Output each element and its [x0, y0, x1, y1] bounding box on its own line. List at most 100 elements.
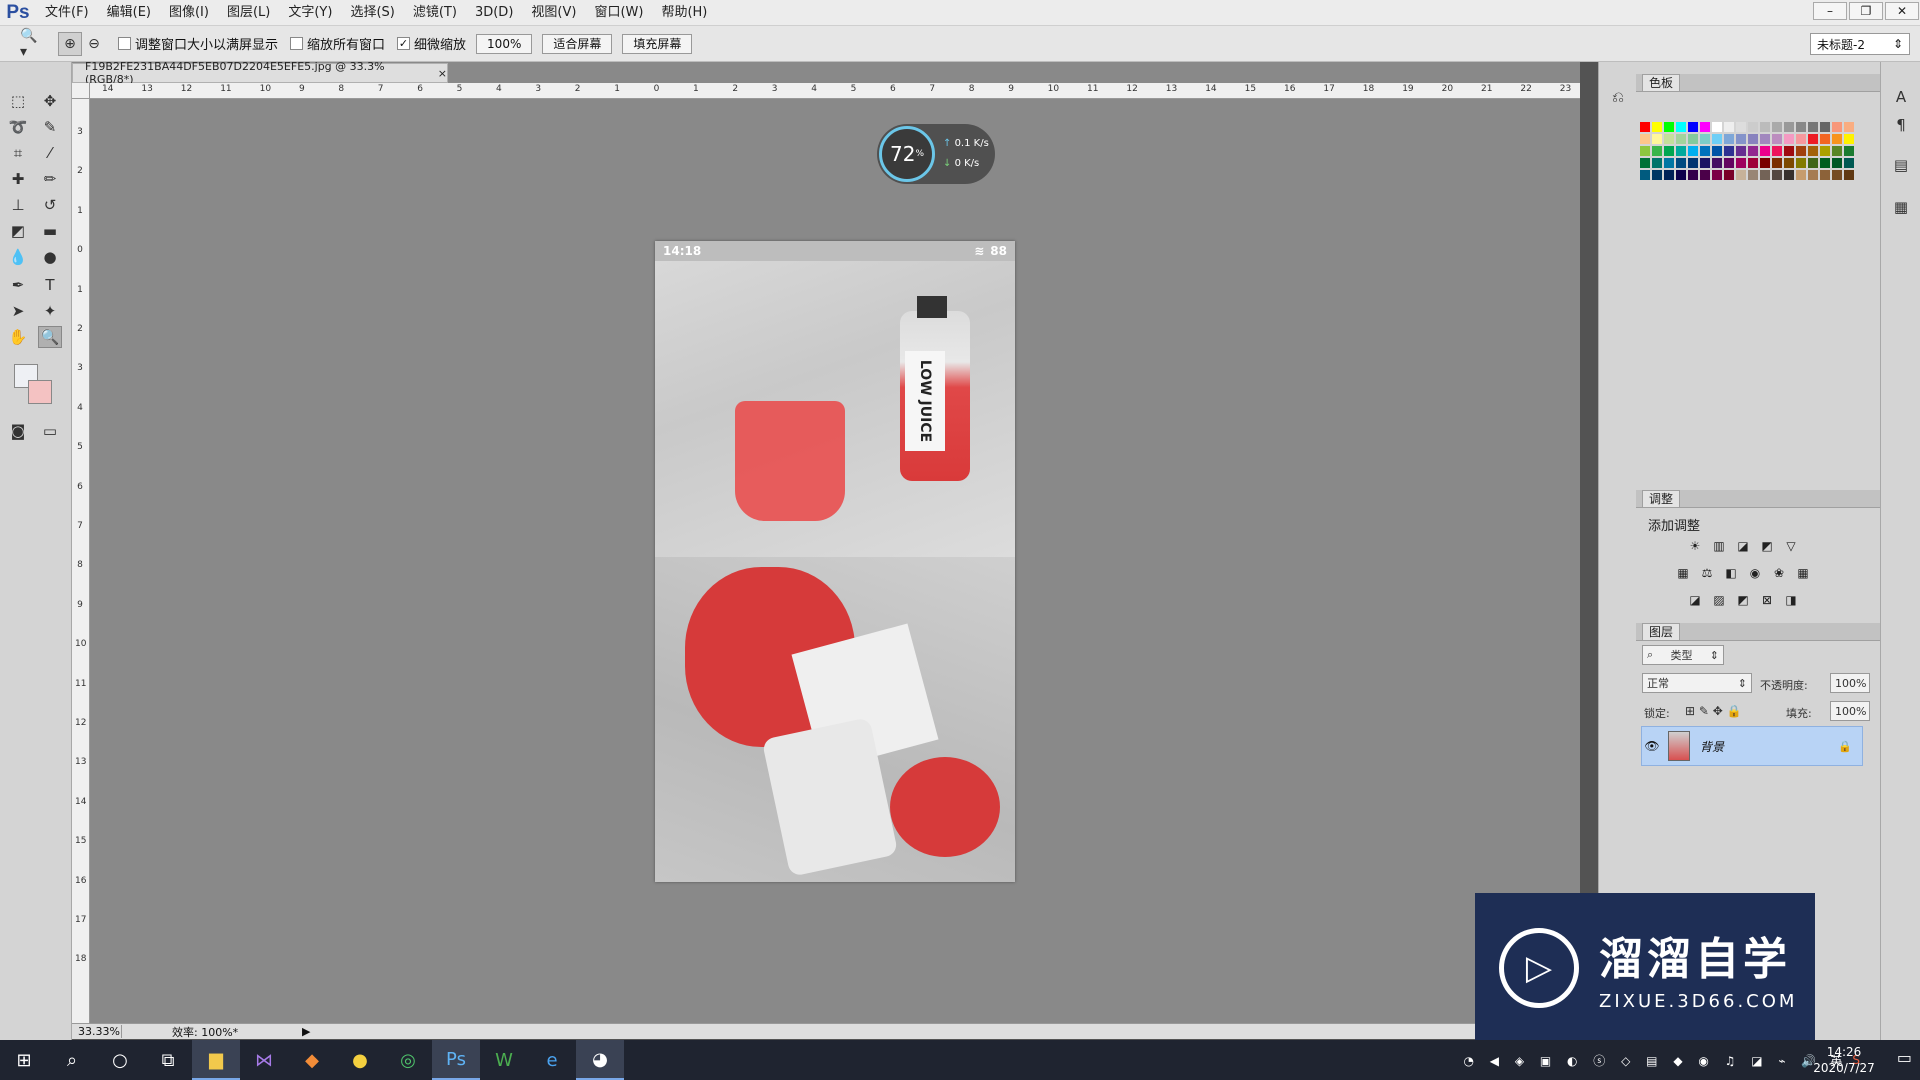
- vibrance-icon[interactable]: ▽: [1782, 538, 1800, 554]
- resize-window-checkbox[interactable]: [118, 37, 131, 50]
- paragraph-panel-icon[interactable]: ¶: [1889, 114, 1913, 136]
- visual-studio-icon[interactable]: ⋈: [240, 1040, 288, 1080]
- color-swatch[interactable]: [1700, 158, 1710, 168]
- color-swatch[interactable]: [1784, 158, 1794, 168]
- color-swatch[interactable]: [1652, 158, 1662, 168]
- hand-tool-icon[interactable]: ✋: [6, 326, 30, 348]
- notification-icon[interactable]: ▭: [1897, 1048, 1912, 1067]
- color-swatch[interactable]: [1712, 134, 1722, 144]
- healing-brush-icon[interactable]: ✚: [6, 168, 30, 190]
- color-swatch[interactable]: [1844, 170, 1854, 180]
- color-swatch[interactable]: [1748, 158, 1758, 168]
- layer-row[interactable]: 👁 背景 🔒: [1641, 726, 1863, 766]
- color-swatch[interactable]: [1652, 122, 1662, 132]
- color-swatch[interactable]: [1736, 134, 1746, 144]
- color-swatch[interactable]: [1652, 170, 1662, 180]
- color-swatch[interactable]: [1736, 170, 1746, 180]
- blur-tool-icon[interactable]: 💧: [6, 246, 30, 268]
- color-swatch[interactable]: [1820, 158, 1830, 168]
- color-swatch[interactable]: [1736, 146, 1746, 156]
- background-color-swatch[interactable]: [28, 380, 52, 404]
- menu-item-10[interactable]: 帮助(H): [652, 0, 716, 26]
- color-swatch[interactable]: [1772, 146, 1782, 156]
- quick-select-tool-icon[interactable]: ✎: [38, 116, 62, 138]
- menu-item-2[interactable]: 图像(I): [160, 0, 218, 26]
- color-swatch[interactable]: [1796, 158, 1806, 168]
- color-swatch[interactable]: [1760, 158, 1770, 168]
- color-swatch[interactable]: [1844, 122, 1854, 132]
- color-swatch[interactable]: [1688, 158, 1698, 168]
- color-swatch[interactable]: [1664, 122, 1674, 132]
- tray-icons[interactable]: ◔ ◀ ◈ ▣ ◐ ⓢ ◇ ▤ ◆ ◉ ♫ ◪ ⌁ 🔊: [1464, 1052, 1823, 1069]
- workspace-select[interactable]: 未标题-2 ⇕: [1810, 33, 1910, 55]
- color-swatch[interactable]: [1760, 122, 1770, 132]
- color-swatch[interactable]: [1676, 134, 1686, 144]
- blend-mode-select[interactable]: 正常 ⇕: [1642, 673, 1752, 693]
- color-swatch[interactable]: [1796, 122, 1806, 132]
- color-swatch[interactable]: [1676, 122, 1686, 132]
- color-swatch[interactable]: [1688, 170, 1698, 180]
- menu-item-8[interactable]: 视图(V): [522, 0, 585, 26]
- zoom-out-icon[interactable]: ⊖: [82, 32, 106, 56]
- color-swatch[interactable]: [1736, 122, 1746, 132]
- selective-color-icon[interactable]: ⊠: [1758, 592, 1776, 608]
- move-tool-icon[interactable]: ✥: [38, 90, 62, 112]
- windows-start-icon[interactable]: ⊞: [0, 1040, 48, 1080]
- color-swatch[interactable]: [1844, 158, 1854, 168]
- file-explorer-icon[interactable]: ▆: [192, 1040, 240, 1080]
- marquee-tool-icon[interactable]: ⬚: [6, 90, 30, 112]
- layer-name[interactable]: 背景: [1700, 738, 1724, 755]
- dodge-tool-icon[interactable]: ●: [38, 246, 62, 268]
- color-swatch[interactable]: [1808, 158, 1818, 168]
- color-swatch[interactable]: [1784, 146, 1794, 156]
- hue-saturation-icon[interactable]: ▦: [1674, 565, 1692, 581]
- layer-filter-select[interactable]: ⌕ 类型 ⇕: [1642, 645, 1724, 665]
- color-swatch[interactable]: [1712, 158, 1722, 168]
- levels-icon[interactable]: ▥: [1710, 538, 1728, 554]
- color-swatch[interactable]: [1808, 146, 1818, 156]
- clone-stamp-icon[interactable]: ⊥: [6, 194, 30, 216]
- color-swatch[interactable]: [1832, 170, 1842, 180]
- color-swatch[interactable]: [1724, 134, 1734, 144]
- minimize-button[interactable]: –: [1813, 2, 1847, 20]
- color-swatch[interactable]: [1664, 170, 1674, 180]
- opacity-input[interactable]: 100%: [1830, 673, 1870, 693]
- restore-button[interactable]: ❐: [1849, 2, 1883, 20]
- color-swatch[interactable]: [1808, 134, 1818, 144]
- color-swatch[interactable]: [1808, 170, 1818, 180]
- color-swatch[interactable]: [1820, 134, 1830, 144]
- menu-item-3[interactable]: 图层(L): [218, 0, 279, 26]
- edge-icon[interactable]: e: [528, 1040, 576, 1080]
- crop-tool-icon[interactable]: ⌗: [6, 142, 30, 164]
- taskbar-clock[interactable]: 14:26 2020/7/27: [1804, 1040, 1884, 1080]
- color-swatch[interactable]: [1640, 146, 1650, 156]
- status-menu-arrow-icon[interactable]: ▶: [302, 1025, 310, 1038]
- brush-tool-icon[interactable]: ✏: [38, 168, 62, 190]
- color-swatch[interactable]: [1820, 146, 1830, 156]
- color-swatch[interactable]: [1820, 170, 1830, 180]
- color-swatch[interactable]: [1676, 170, 1686, 180]
- color-swatch[interactable]: [1832, 134, 1842, 144]
- color-swatch[interactable]: [1796, 134, 1806, 144]
- color-balance-icon[interactable]: ⚖: [1698, 565, 1716, 581]
- color-swatch[interactable]: [1736, 158, 1746, 168]
- color-swatch[interactable]: [1712, 170, 1722, 180]
- color-swatch[interactable]: [1748, 146, 1758, 156]
- color-swatch[interactable]: [1712, 122, 1722, 132]
- lasso-tool-icon[interactable]: ➰: [6, 116, 30, 138]
- menu-item-9[interactable]: 窗口(W): [585, 0, 652, 26]
- color-swatch[interactable]: [1760, 146, 1770, 156]
- color-swatch[interactable]: [1700, 122, 1710, 132]
- color-swatch[interactable]: [1688, 146, 1698, 156]
- color-swatch[interactable]: [1784, 170, 1794, 180]
- menu-item-7[interactable]: 3D(D): [466, 0, 522, 26]
- channel-mixer-icon[interactable]: ❀: [1770, 565, 1788, 581]
- color-swatch[interactable]: [1772, 134, 1782, 144]
- zoom-tool-icon[interactable]: 🔍: [38, 326, 62, 348]
- menu-item-0[interactable]: 文件(F): [36, 0, 98, 26]
- color-swatch[interactable]: [1724, 122, 1734, 132]
- history-brush-icon[interactable]: ↺: [38, 194, 62, 216]
- color-swatch[interactable]: [1748, 122, 1758, 132]
- zoom-tool-preset-icon[interactable]: 🔍▾: [20, 28, 44, 60]
- color-swatch[interactable]: [1844, 134, 1854, 144]
